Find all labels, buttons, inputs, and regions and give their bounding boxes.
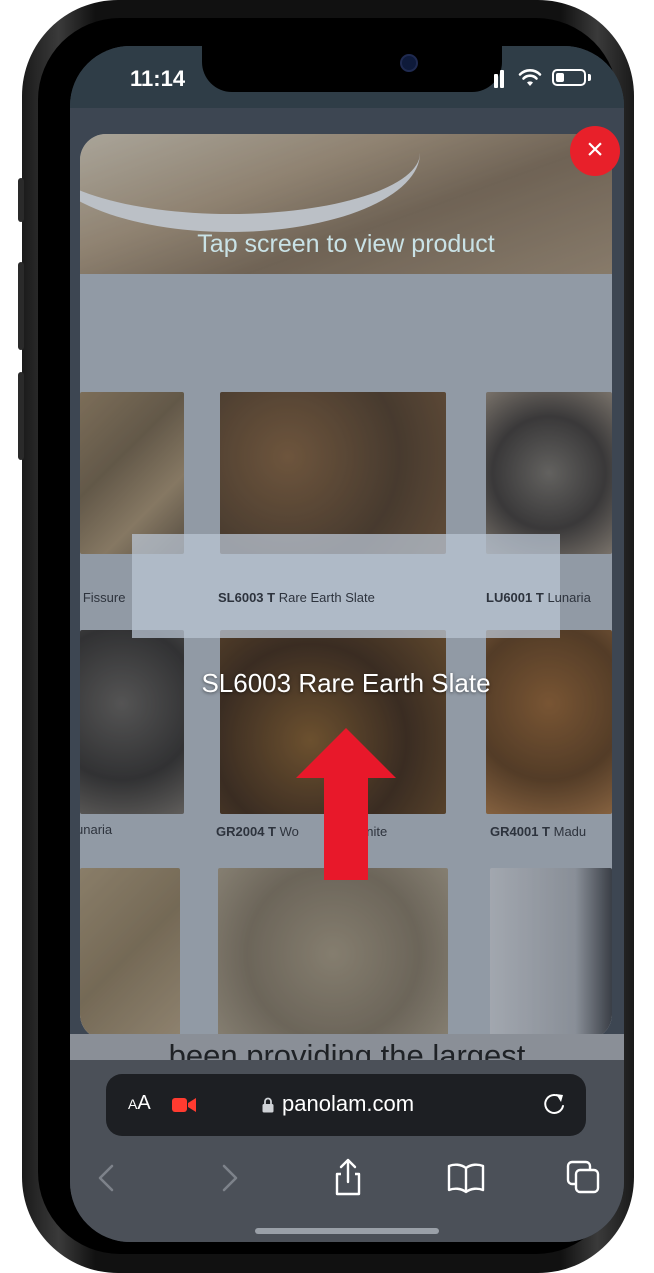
share-icon[interactable] [326, 1156, 370, 1200]
front-camera [400, 54, 418, 72]
safari-bottom-bar: AA panolam.com [70, 1060, 624, 1242]
ar-camera-view[interactable]: n Fissure SL6003 T Rare Earth Slate LU60… [80, 134, 612, 1040]
battery-level [556, 73, 564, 82]
aa-button[interactable]: AA [128, 1092, 151, 1115]
side-button-silent [18, 178, 24, 222]
back-arrow-icon[interactable] [86, 1156, 130, 1200]
side-button-volume-down [18, 372, 24, 460]
safari-toolbar [70, 1156, 624, 1206]
tap-hint: Tap screen to view product [197, 230, 495, 258]
wifi-icon [518, 69, 542, 86]
tabs-icon[interactable] [562, 1156, 606, 1200]
signal-icon [500, 70, 504, 88]
battery-icon [552, 69, 586, 86]
book-icon[interactable] [444, 1156, 488, 1200]
status-icons [488, 68, 598, 88]
reload-icon[interactable] [540, 1090, 568, 1118]
forward-arrow-icon[interactable] [206, 1156, 250, 1200]
aa-large-label: A [137, 1092, 151, 1114]
side-button-volume-up [18, 262, 24, 350]
up-arrow-icon [296, 728, 396, 880]
phone-screen: 11:14 Fissure SL6003 T Rare Earth Slate … [70, 46, 624, 1242]
close-button[interactable]: × [570, 126, 620, 176]
status-bar: 11:14 [70, 46, 624, 108]
home-indicator[interactable] [255, 1228, 439, 1234]
video-camera-icon[interactable] [172, 1096, 196, 1114]
lock-icon [262, 1097, 274, 1113]
battery-tip [588, 74, 591, 81]
ar-dim-overlay [80, 134, 612, 1040]
signal-icon [494, 74, 498, 88]
address-bar[interactable]: AA panolam.com [106, 1074, 586, 1136]
product-title[interactable]: SL6003 Rare Earth Slate [80, 668, 612, 699]
url-text[interactable]: panolam.com [282, 1091, 414, 1117]
notch [202, 46, 502, 92]
status-time: 11:14 [130, 66, 186, 91]
aa-small-label: A [128, 1096, 138, 1112]
